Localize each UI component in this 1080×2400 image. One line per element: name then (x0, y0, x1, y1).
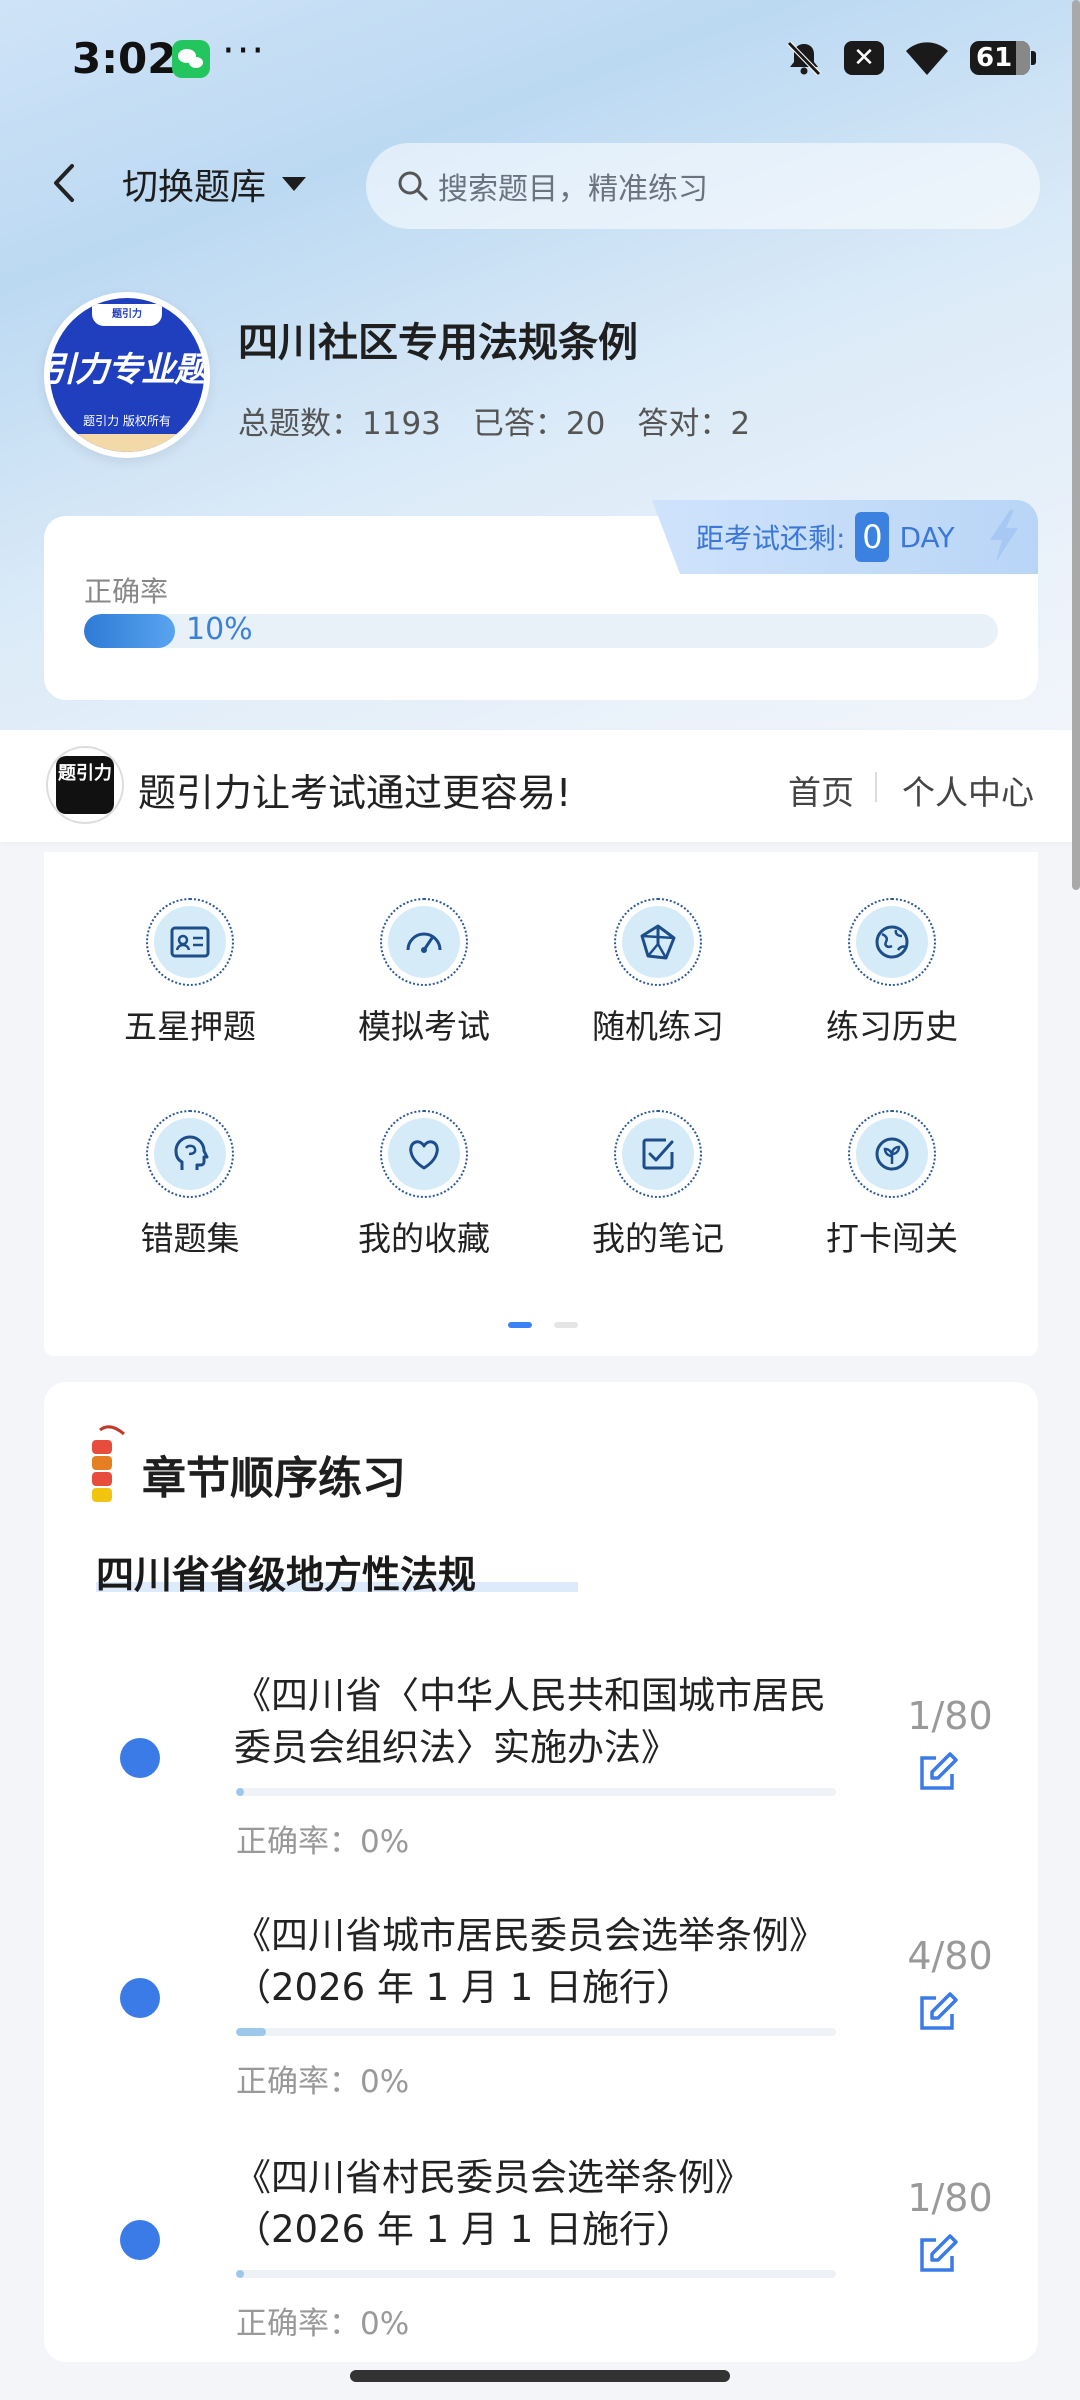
chapter-section-title: 章节顺序练习 (142, 1453, 406, 1504)
grid-item-history[interactable]: 练习历史 (792, 898, 992, 1048)
heart-icon (409, 1140, 439, 1170)
grid-label: 错题集 (140, 1219, 240, 1258)
scrollbar[interactable] (1072, 0, 1080, 890)
switch-bank-label: 切换题库 (122, 167, 267, 208)
home-link[interactable]: 首页 (788, 766, 854, 814)
note-check-icon (642, 1138, 674, 1170)
page-dot[interactable] (554, 1322, 578, 1328)
grid-label: 练习历史 (826, 1007, 958, 1046)
chapter-bullet (120, 1738, 160, 1778)
chapter-item[interactable]: 《四川省城市居民委员会选举条例》（2026 年 1 月 1 日施行） 正确率：0… (44, 1910, 1038, 2140)
battery-icon: 61 (970, 41, 1036, 75)
id-card-icon (170, 926, 210, 958)
grid-item-checkin[interactable]: 打卡闯关 (792, 1110, 992, 1260)
regulation-category-title: 四川省省级地方性法规 (96, 1553, 477, 1597)
logo-main-text: 引力专业题 (50, 350, 204, 390)
brand-logo: 题引力 (46, 746, 124, 824)
chapter-accuracy: 正确率：0% (236, 1824, 410, 1860)
grid-item-notes[interactable]: 我的笔记 (558, 1110, 758, 1260)
chapter-name: 《四川省村民委员会选举条例》（2026 年 1 月 1 日施行） (234, 2156, 752, 2251)
divider (875, 772, 877, 802)
status-bar: 3:02 ··· ✕ 61 (0, 0, 1080, 120)
random-icon (640, 924, 676, 960)
function-grid: 五星押题 模拟考试 随机练习 练习历史 错题集 我的收藏 我的笔记 打卡闯关 (44, 852, 1038, 1356)
status-time: 3:02 (72, 34, 177, 83)
chapter-progress-fill (236, 2270, 244, 2278)
accuracy-label: 正确率 (84, 575, 169, 608)
more-notifications-icon: ··· (222, 28, 267, 74)
firecracker-icon (92, 1425, 125, 1502)
search-icon (398, 171, 428, 201)
edit-icon[interactable] (914, 1990, 960, 2036)
grid-label: 我的笔记 (592, 1219, 724, 1258)
wifi-icon (906, 42, 948, 75)
chapter-progress-fill (236, 2028, 266, 2036)
page-indicator (508, 1322, 578, 1328)
chapter-bullet (120, 1978, 160, 2018)
battery-level: 61 (976, 43, 1013, 73)
leaf-icon (875, 1137, 909, 1171)
question-bank-logo: 题引力 引力专业题 题引力 版权所有 (44, 292, 210, 458)
profile-link[interactable]: 个人中心 (902, 766, 1034, 814)
grid-label: 打卡闯关 (826, 1219, 958, 1258)
grid-label: 我的收藏 (358, 1219, 490, 1258)
exam-countdown-badge: 距考试还剩: 0 DAY (652, 500, 1038, 574)
slogan-bar: 题引力 题引力让考试通过更容易! 首页 个人中心 (0, 730, 1080, 842)
lightning-icon (990, 510, 1018, 562)
chapter-bullet (120, 2220, 160, 2260)
brand-logo-text: 题引力 (56, 756, 114, 814)
edit-icon[interactable] (914, 2232, 960, 2278)
globe-icon (875, 925, 909, 959)
search-input[interactable]: 搜索题目，精准练习 (366, 143, 1040, 229)
chapter-progress-bar (236, 2028, 836, 2036)
chapter-item[interactable]: 《四川省〈中华人民共和国城市居民委员会组织法〉实施办法》 正确率：0% 1/80 (44, 1670, 1038, 1900)
wechat-notification-icon (172, 40, 210, 78)
grid-item-favorites[interactable]: 我的收藏 (324, 1110, 524, 1260)
chapter-practice-card: 章节顺序练习 四川省省级地方性法规 《四川省〈中华人民共和国城市居民委员会组织法… (44, 1382, 1038, 2362)
caret-down-icon (282, 177, 307, 191)
edit-icon[interactable] (914, 1750, 960, 1796)
slogan-text: 题引力让考试通过更容易! (138, 771, 572, 815)
stat-answered: 已答：20 (472, 406, 606, 442)
home-indicator[interactable] (350, 2370, 730, 2382)
chapter-accuracy: 正确率：0% (236, 2064, 410, 2100)
accuracy-progress-fill (84, 614, 176, 648)
grid-item-mock-exam[interactable]: 模拟考试 (324, 898, 524, 1048)
chapter-progress-bar (236, 1788, 836, 1796)
logo-top-text: 题引力 (92, 304, 162, 326)
chapter-accuracy: 正确率：0% (236, 2306, 410, 2342)
back-arrow-icon[interactable] (44, 160, 84, 206)
stat-correct: 答对：2 (637, 406, 751, 442)
grid-label: 随机练习 (592, 1007, 724, 1046)
page-dot-active[interactable] (508, 1322, 532, 1328)
bank-stats: 总题数：1193 已答：20 答对：2 (238, 398, 750, 443)
exam-countdown-label: 距考试还剩: (696, 522, 846, 555)
chapter-name: 《四川省〈中华人民共和国城市居民委员会组织法〉实施办法》 (234, 1674, 826, 1769)
grid-label: 五星押题 (124, 1007, 256, 1046)
logo-sub-text: 题引力 版权所有 (83, 414, 171, 428)
exam-countdown-unit: DAY (899, 520, 955, 554)
brain-icon (174, 1135, 209, 1170)
chapter-progress-fill (236, 1788, 244, 1796)
switch-bank-dropdown[interactable]: 切换题库 (122, 158, 307, 210)
grid-item-wrong-answers[interactable]: 错题集 (90, 1110, 290, 1260)
bell-muted-icon (787, 41, 821, 76)
chapter-count: 1/80 (907, 2176, 993, 2220)
grid-item-random[interactable]: 随机练习 (558, 898, 758, 1048)
accuracy-card: 距考试还剩: 0 DAY 正确率 10% (44, 500, 1038, 700)
gauge-icon (406, 932, 442, 953)
chapter-progress-bar (236, 2270, 836, 2278)
chapter-name: 《四川省城市居民委员会选举条例》（2026 年 1 月 1 日施行） (234, 1914, 826, 2009)
close-box-icon: ✕ (844, 41, 884, 75)
grid-item-five-star[interactable]: 五星押题 (90, 898, 290, 1048)
grid-label: 模拟考试 (358, 1007, 490, 1046)
bank-title: 四川社区专用法规条例 (238, 320, 638, 366)
chapter-count: 4/80 (907, 1934, 993, 1978)
exam-countdown-days: 0 (855, 512, 890, 562)
chapter-count: 1/80 (907, 1694, 993, 1738)
search-placeholder: 搜索题目，精准练习 (438, 172, 708, 207)
stat-total: 总题数：1193 (238, 406, 441, 442)
chapter-item[interactable]: 《四川省村民委员会选举条例》（2026 年 1 月 1 日施行） 正确率：0% … (44, 2152, 1038, 2382)
accuracy-percent: 10% (186, 612, 253, 647)
